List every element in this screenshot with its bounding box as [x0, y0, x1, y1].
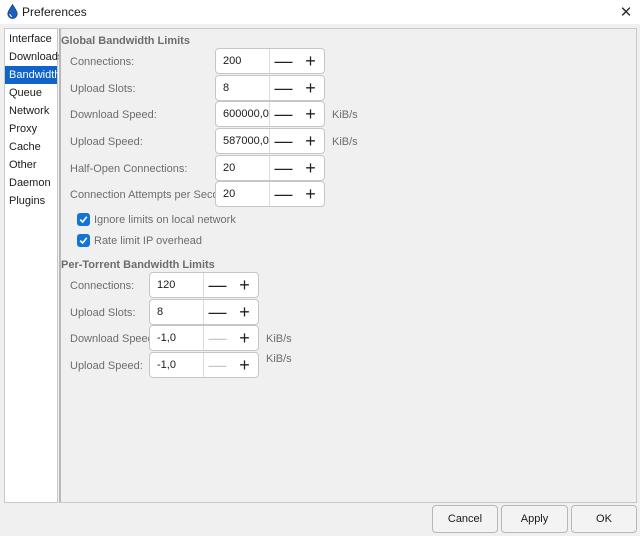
global-half-open-increment[interactable]: +	[297, 156, 324, 180]
global-download-speed-decrement[interactable]: —	[270, 102, 297, 126]
global-connections-decrement[interactable]: —	[270, 49, 297, 73]
ignore-local-checkbox[interactable]: Ignore limits on local network	[77, 213, 236, 226]
torrent-download-speed-decrement[interactable]: —	[204, 326, 231, 350]
global-download-speed-label: Download Speed:	[70, 109, 157, 121]
torrent-connections-increment[interactable]: +	[231, 273, 258, 297]
global-upload-speed-increment[interactable]: +	[297, 129, 324, 153]
close-icon[interactable]: ✕	[612, 0, 640, 24]
global-half-open-spinner: 20 — +	[215, 155, 325, 181]
global-upload-speed-decrement[interactable]: —	[270, 129, 297, 153]
torrent-download-speed-increment[interactable]: +	[231, 326, 258, 350]
torrent-upload-speed-unit: KiB/s	[266, 353, 292, 365]
global-download-speed-increment[interactable]: +	[297, 102, 324, 126]
checkmark-icon	[77, 234, 90, 247]
global-half-open-decrement[interactable]: —	[270, 156, 297, 180]
torrent-upload-slots-label: Upload Slots:	[70, 307, 136, 319]
global-attempts-decrement[interactable]: —	[270, 182, 297, 206]
global-half-open-label: Half-Open Connections:	[70, 163, 188, 175]
global-upload-speed-input[interactable]: 587000,0	[216, 129, 270, 153]
global-connections-spinner: 200 — +	[215, 48, 325, 74]
global-connections-increment[interactable]: +	[297, 49, 324, 73]
global-upload-slots-increment[interactable]: +	[297, 76, 324, 100]
sidebar-item-downloads[interactable]: Downloads	[5, 48, 63, 66]
checkmark-icon	[77, 213, 90, 226]
global-download-speed-spinner: 600000,0 — +	[215, 101, 325, 127]
sidebar-item-proxy[interactable]: Proxy	[5, 120, 57, 138]
global-upload-speed-spinner: 587000,0 — +	[215, 128, 325, 154]
global-attempts-input[interactable]: 20	[216, 182, 270, 206]
torrent-upload-speed-decrement[interactable]: —	[204, 353, 231, 377]
torrent-upload-speed-spinner: -1,0 — +	[149, 352, 259, 378]
cancel-button[interactable]: Cancel	[432, 505, 498, 533]
torrent-upload-speed-label: Upload Speed:	[70, 360, 143, 372]
rate-limit-ip-checkbox[interactable]: Rate limit IP overhead	[77, 234, 202, 247]
global-download-speed-input[interactable]: 600000,0	[216, 102, 270, 126]
torrent-connections-decrement[interactable]: —	[204, 273, 231, 297]
sidebar-item-network[interactable]: Network	[5, 102, 57, 120]
global-upload-slots-label: Upload Slots:	[70, 83, 136, 95]
torrent-download-speed-unit: KiB/s	[266, 333, 292, 345]
global-upload-slots-input[interactable]: 8	[216, 76, 270, 100]
sidebar-item-other[interactable]: Other	[5, 156, 57, 174]
global-upload-speed-label: Upload Speed:	[70, 136, 143, 148]
rate-limit-ip-label: Rate limit IP overhead	[94, 234, 203, 247]
sidebar-item-plugins[interactable]: Plugins	[5, 192, 57, 210]
torrent-download-speed-input[interactable]: -1,0	[150, 326, 204, 350]
preferences-sidebar: Interface Downloads Bandwidth Queue Netw…	[4, 28, 63, 503]
torrent-upload-slots-increment[interactable]: +	[231, 300, 258, 324]
torrent-connections-label: Connections:	[70, 280, 135, 292]
global-connections-input[interactable]: 200	[216, 49, 270, 73]
sidebar-item-interface[interactable]: Interface	[5, 30, 57, 48]
global-limits-title: Global Bandwidth Limits	[61, 35, 190, 47]
global-connections-label: Connections:	[70, 56, 135, 68]
torrent-connections-input[interactable]: 120	[150, 273, 204, 297]
sidebar-item-daemon[interactable]: Daemon	[5, 174, 57, 192]
global-download-speed-unit: KiB/s	[332, 109, 358, 121]
sidebar-item-cache[interactable]: Cache	[5, 138, 57, 156]
per-torrent-limits-title: Per-Torrent Bandwidth Limits	[61, 259, 215, 271]
title-bar: Preferences ✕	[0, 0, 640, 24]
torrent-upload-slots-decrement[interactable]: —	[204, 300, 231, 324]
torrent-upload-speed-increment[interactable]: +	[231, 353, 258, 377]
global-attempts-spinner: 20 — +	[215, 181, 325, 207]
torrent-connections-spinner: 120 — +	[149, 272, 259, 298]
global-attempts-label: Connection Attempts per Second:	[70, 189, 234, 201]
global-upload-slots-spinner: 8 — +	[215, 75, 325, 101]
torrent-upload-slots-spinner: 8 — +	[149, 299, 259, 325]
torrent-download-speed-spinner: -1,0 — +	[149, 325, 259, 351]
global-attempts-increment[interactable]: +	[297, 182, 324, 206]
apply-button[interactable]: Apply	[501, 505, 568, 533]
sidebar-item-bandwidth[interactable]: Bandwidth	[5, 66, 60, 84]
torrent-download-speed-label: Download Speed:	[70, 333, 157, 345]
torrent-upload-speed-input[interactable]: -1,0	[150, 353, 204, 377]
global-upload-speed-unit: KiB/s	[332, 136, 358, 148]
drop-icon	[7, 4, 18, 19]
ignore-local-label: Ignore limits on local network	[94, 213, 236, 226]
window-title: Preferences	[22, 5, 87, 19]
torrent-upload-slots-input[interactable]: 8	[150, 300, 204, 324]
global-half-open-input[interactable]: 20	[216, 156, 270, 180]
sidebar-item-queue[interactable]: Queue	[5, 84, 57, 102]
ok-button[interactable]: OK	[571, 505, 637, 533]
global-upload-slots-decrement[interactable]: —	[270, 76, 297, 100]
